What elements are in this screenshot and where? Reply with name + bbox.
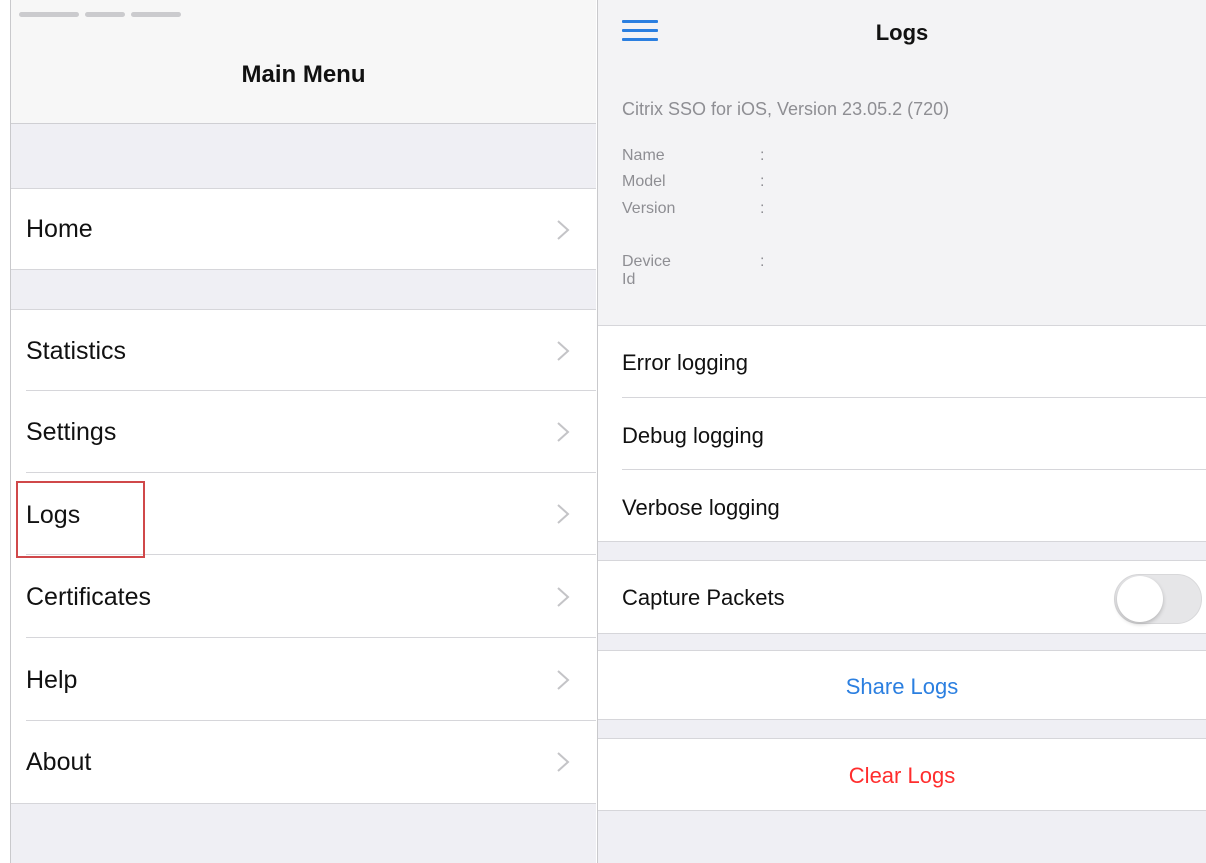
chevron-right-icon (557, 587, 570, 607)
info-key: Name (622, 147, 665, 164)
main-menu-title: Main Menu (241, 61, 366, 88)
verbose-logging-option[interactable]: Verbose logging (598, 470, 1206, 542)
logs-header: Logs Citrix SSO for iOS, Version 23.05.2… (598, 0, 1206, 326)
clear-logs-label: Clear Logs (848, 763, 956, 788)
info-key: Version (622, 200, 676, 217)
info-colon: : (760, 147, 765, 164)
menu-item-certificates[interactable]: Certificates (11, 555, 596, 638)
main-menu-header: Main Menu (11, 0, 596, 124)
option-label: Debug logging (622, 423, 764, 448)
chevron-right-icon (557, 341, 570, 361)
toggle-knob (1117, 576, 1163, 622)
chevron-right-icon (557, 670, 570, 690)
option-label: Verbose logging (622, 495, 780, 520)
menu-item-label: Help (26, 666, 78, 694)
menu-item-label: Home (26, 215, 93, 243)
app-version-text: Citrix SSO for iOS, Version 23.05.2 (720… (622, 99, 950, 119)
status-bar (19, 4, 229, 17)
chevron-right-icon (557, 504, 570, 524)
info-colon: : (760, 200, 765, 217)
menu-item-settings[interactable]: Settings (11, 391, 596, 473)
main-menu-panel: Main Menu Home Statistics Settings Logs … (10, 0, 596, 863)
logs-highlight-box (16, 481, 145, 558)
menu-item-label: Statistics (26, 337, 127, 365)
menu-item-statistics[interactable]: Statistics (11, 309, 596, 391)
clear-logs-button[interactable]: Clear Logs (598, 738, 1206, 811)
info-key: Device Id (622, 253, 671, 288)
info-colon: : (760, 173, 765, 190)
share-logs-button[interactable]: Share Logs (598, 650, 1206, 720)
capture-packets-label: Capture Packets (622, 585, 785, 610)
chevron-right-icon (557, 422, 570, 442)
chevron-right-icon (557, 220, 570, 240)
page-title: Logs (875, 20, 929, 45)
logs-panel: Logs Citrix SSO for iOS, Version 23.05.2… (597, 0, 1206, 863)
menu-item-help[interactable]: Help (11, 638, 596, 721)
share-logs-label: Share Logs (845, 674, 959, 699)
capture-packets-row: Capture Packets (598, 560, 1206, 634)
debug-logging-option[interactable]: Debug logging (598, 398, 1206, 470)
capture-packets-toggle[interactable] (1114, 574, 1202, 624)
menu-item-label: Certificates (26, 583, 152, 611)
chevron-right-icon (557, 752, 570, 772)
menu-item-home[interactable]: Home (11, 188, 596, 270)
menu-item-label: Settings (26, 418, 117, 446)
option-label: Error logging (622, 350, 748, 375)
menu-item-about[interactable]: About (11, 721, 596, 804)
menu-item-label: About (26, 748, 92, 776)
info-key: Model (622, 173, 666, 190)
error-logging-option[interactable]: Error logging (598, 326, 1206, 398)
info-colon: : (760, 253, 765, 270)
